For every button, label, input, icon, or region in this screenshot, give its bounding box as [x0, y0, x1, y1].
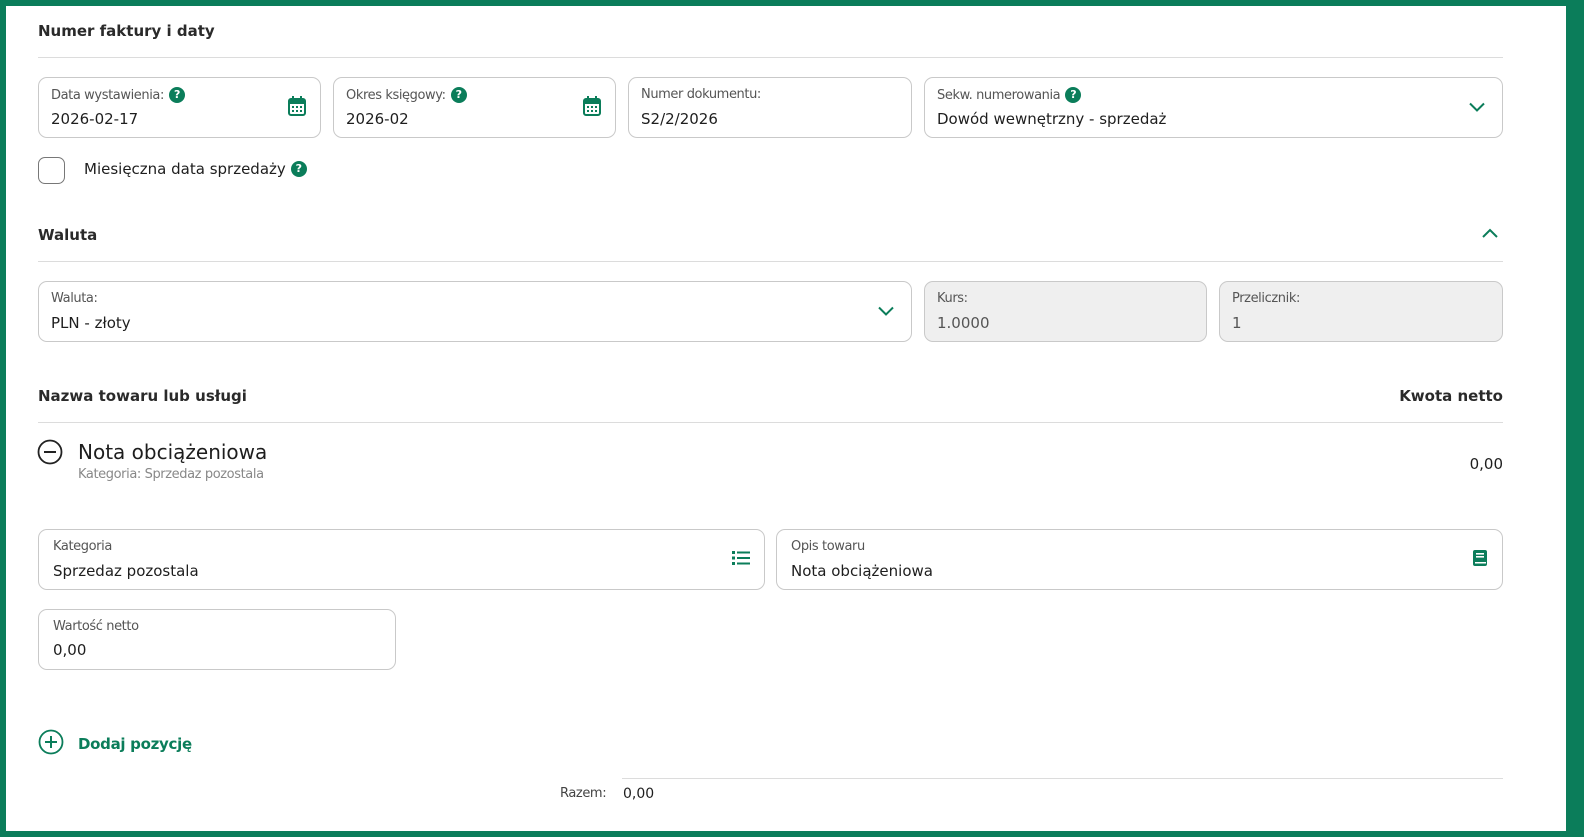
- rate-label: Kurs:: [937, 291, 968, 306]
- document-number-label: Numer dokumentu:: [641, 87, 761, 102]
- monthly-sale-date-label: Miesięczna data sprzedaży: [84, 160, 286, 178]
- collapse-item-icon[interactable]: [37, 439, 63, 469]
- net-value-field[interactable]: Wartość netto 0,00: [38, 609, 396, 670]
- items-name-header: Nazwa towaru lub usługi: [38, 387, 247, 405]
- help-icon[interactable]: ?: [168, 87, 185, 103]
- help-icon[interactable]: ?: [290, 161, 307, 177]
- category-value[interactable]: Sprzedaz pozostala: [53, 562, 199, 580]
- description-label: Opis towaru: [791, 539, 865, 554]
- add-item-label[interactable]: Dodaj pozycję: [78, 735, 192, 753]
- add-item-button[interactable]: Dodaj pozycję: [38, 729, 192, 759]
- currency-value[interactable]: PLN - złoty: [51, 314, 131, 332]
- divider: [38, 261, 1503, 262]
- item-net-amount: 0,00: [1469, 455, 1503, 473]
- accounting-period-label: Okres księgowy:: [346, 87, 446, 103]
- total-label: Razem:: [560, 786, 607, 801]
- document-number-field[interactable]: Numer dokumentu: S2/2/2026: [628, 77, 912, 138]
- currency-select[interactable]: Waluta: PLN - złoty: [38, 281, 912, 342]
- description-value[interactable]: Nota obciążeniowa: [791, 562, 933, 580]
- chevron-down-icon[interactable]: [877, 302, 895, 321]
- numbering-sequence-select[interactable]: Sekw. numerowania? Dowód wewnętrzny - sp…: [924, 77, 1503, 138]
- chevron-up-icon[interactable]: [1481, 224, 1499, 243]
- book-icon[interactable]: [1472, 549, 1488, 571]
- divider: [38, 57, 1503, 58]
- items-net-header: Kwota netto: [1399, 387, 1503, 405]
- numbering-sequence-value[interactable]: Dowód wewnętrzny - sprzedaż: [937, 110, 1166, 128]
- issue-date-value[interactable]: 2026-02-17: [51, 110, 138, 128]
- help-icon[interactable]: ?: [450, 87, 467, 103]
- category-field[interactable]: Kategoria Sprzedaz pozostala: [38, 529, 765, 590]
- monthly-sale-date-checkbox[interactable]: [38, 157, 65, 184]
- issue-date-label: Data wystawienia:: [51, 87, 164, 103]
- chevron-down-icon[interactable]: [1468, 98, 1486, 117]
- total-value: 0,00: [623, 786, 655, 802]
- net-value-label: Wartość netto: [53, 619, 139, 634]
- calendar-icon[interactable]: [287, 95, 307, 121]
- converter-value: 1: [1232, 314, 1242, 332]
- description-field[interactable]: Opis towaru Nota obciążeniowa: [776, 529, 1503, 590]
- converter-label: Przelicznik:: [1232, 291, 1300, 306]
- rate-field: Kurs: 1.0000: [924, 281, 1207, 342]
- list-icon[interactable]: [732, 550, 750, 570]
- accounting-period-value[interactable]: 2026-02: [346, 110, 409, 128]
- rate-value: 1.0000: [937, 314, 990, 332]
- accounting-period-field[interactable]: Okres księgowy:? 2026-02: [333, 77, 616, 138]
- net-value-value[interactable]: 0,00: [53, 641, 86, 659]
- currency-label: Waluta:: [51, 291, 98, 306]
- category-label: Kategoria: [53, 539, 112, 554]
- item-name[interactable]: Nota obciążeniowa: [78, 440, 267, 464]
- converter-field: Przelicznik: 1: [1219, 281, 1503, 342]
- issue-date-field[interactable]: Data wystawienia:? 2026-02-17: [38, 77, 321, 138]
- currency-section-title: Waluta: [38, 226, 98, 244]
- numbering-sequence-label: Sekw. numerowania: [937, 87, 1061, 103]
- document-number-value[interactable]: S2/2/2026: [641, 110, 718, 128]
- calendar-icon[interactable]: [582, 95, 602, 121]
- divider: [622, 778, 1503, 779]
- divider: [38, 422, 1503, 423]
- invoice-section-title: Numer faktury i daty: [38, 22, 215, 40]
- plus-circle-icon: [38, 729, 64, 759]
- item-subtitle: Kategoria: Sprzedaz pozostala: [78, 467, 264, 482]
- help-icon[interactable]: ?: [1065, 87, 1082, 103]
